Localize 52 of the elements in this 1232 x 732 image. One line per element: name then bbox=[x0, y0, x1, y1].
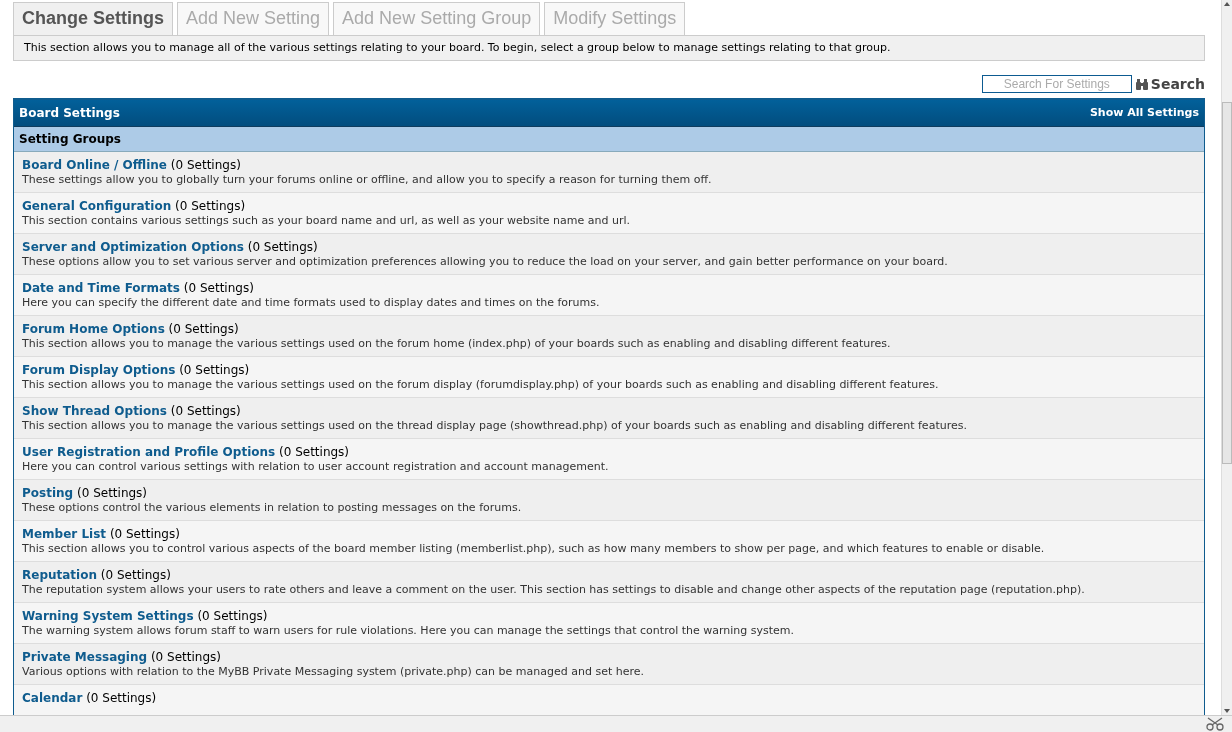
setting-count: (0 Settings) bbox=[100, 568, 171, 582]
group-description: Here you can control various settings with relation to user account registration and account management. bbox=[22, 460, 610, 473]
setting-count: (0 Settings) bbox=[247, 240, 318, 254]
group-link[interactable]: Show Thread Options bbox=[22, 404, 167, 418]
group-description: This section allows you to control various aspects of the board member listing (memberlist.php), such as how many members to show per page, and which features to enable or disable. bbox=[22, 542, 1046, 555]
setting-count: (0 Settings) bbox=[279, 445, 350, 459]
setting-count: (0 Settings) bbox=[197, 609, 268, 623]
group-link[interactable]: Posting bbox=[22, 486, 74, 500]
group-description: This section allows you to manage the various settings used on the thread display page (showthread.php) of your boards such as enabling and disabling different features. bbox=[22, 419, 968, 432]
group-description: This section contains various settings such as your board name and url, as well as your website name and url. bbox=[22, 214, 631, 227]
setting-count: (0 Settings) bbox=[179, 363, 250, 377]
intro-text: This section allows you to manage all of the various settings relating to your board. To begin, select a group below to manage settings relating to that group. bbox=[24, 41, 891, 54]
group-link[interactable]: General Configuration bbox=[22, 199, 172, 213]
scrollbar[interactable] bbox=[1221, 0, 1232, 715]
setting-count: (0 Settings) bbox=[183, 281, 254, 295]
setting-count: (0 Settings) bbox=[109, 527, 180, 541]
group-description: The warning system allows forum staff to warn users for rule violations. Here you can manage the settings that control the warning system. bbox=[22, 624, 796, 637]
group-link[interactable]: Calendar bbox=[22, 691, 83, 705]
group-description: The reputation system allows your users to rate others and leave a comment on the user. This section has settings to disable and change other aspects of the reputation page (reputation.php). bbox=[22, 583, 1086, 596]
group-description: This section allows you to manage the various settings used on the forum display (forumdisplay.php) of your boards such as enabling and disabling different features. bbox=[22, 378, 940, 391]
binoculars-icon bbox=[1135, 78, 1148, 90]
scissors-icon bbox=[1206, 717, 1226, 731]
group-link[interactable]: Server and Optimization Options bbox=[22, 240, 244, 254]
group-description: These settings allow you to globally turn your forums online or offline, and allow you to specify a reason for turning them off. bbox=[22, 173, 713, 186]
group-description: Here you can specify the different date and time formats used to display dates and times on the forums. bbox=[22, 296, 601, 309]
group-link[interactable]: Warning System Settings bbox=[22, 609, 194, 623]
search-field[interactable]: Search For Settings bbox=[981, 75, 1132, 93]
search-button[interactable]: Search bbox=[1135, 76, 1205, 92]
scroll-up-icon[interactable] bbox=[1224, 2, 1230, 6]
tab[interactable]: Change Settings bbox=[13, 2, 173, 35]
group-link[interactable]: Forum Display Options bbox=[22, 363, 176, 377]
table-title: Board Settings bbox=[19, 106, 120, 120]
group-link[interactable]: Private Messaging bbox=[22, 650, 148, 664]
show-all-link[interactable]: Show All Settings bbox=[1089, 106, 1199, 120]
group-description: Various options with relation to the MyBB Private Messaging system (private.php) can be managed and set here. bbox=[22, 665, 645, 678]
setting-count: (0 Settings) bbox=[77, 486, 148, 500]
group-description: These options allow you to set various server and optimization preferences allowing you to reduce the load on your server, and gain better performance on your board. bbox=[22, 255, 949, 268]
setting-count: (0 Settings) bbox=[86, 691, 157, 705]
setting-count: (0 Settings) bbox=[170, 158, 241, 172]
subheader-text: Setting Groups bbox=[19, 132, 121, 146]
setting-count: (0 Settings) bbox=[168, 322, 239, 336]
group-link[interactable]: User Registration and Profile Options bbox=[22, 445, 276, 459]
group-description: This section allows you to manage the various settings used on the forum home (index.php) of your boards such as enabling and disabling different features. bbox=[22, 337, 892, 350]
setting-count: (0 Settings) bbox=[170, 404, 241, 418]
group-link[interactable]: Date and Time Formats bbox=[22, 281, 180, 295]
group-link[interactable]: Member List bbox=[22, 527, 107, 541]
group-link[interactable]: Forum Home Options bbox=[22, 322, 165, 336]
group-link[interactable]: Reputation bbox=[22, 568, 97, 582]
setting-count: (0 Settings) bbox=[175, 199, 246, 213]
group-description: These options control the various elements in relation to posting messages on the forums. bbox=[22, 501, 523, 514]
group-link[interactable]: Board Online / Offline bbox=[22, 158, 167, 172]
setting-count: (0 Settings) bbox=[150, 650, 221, 664]
